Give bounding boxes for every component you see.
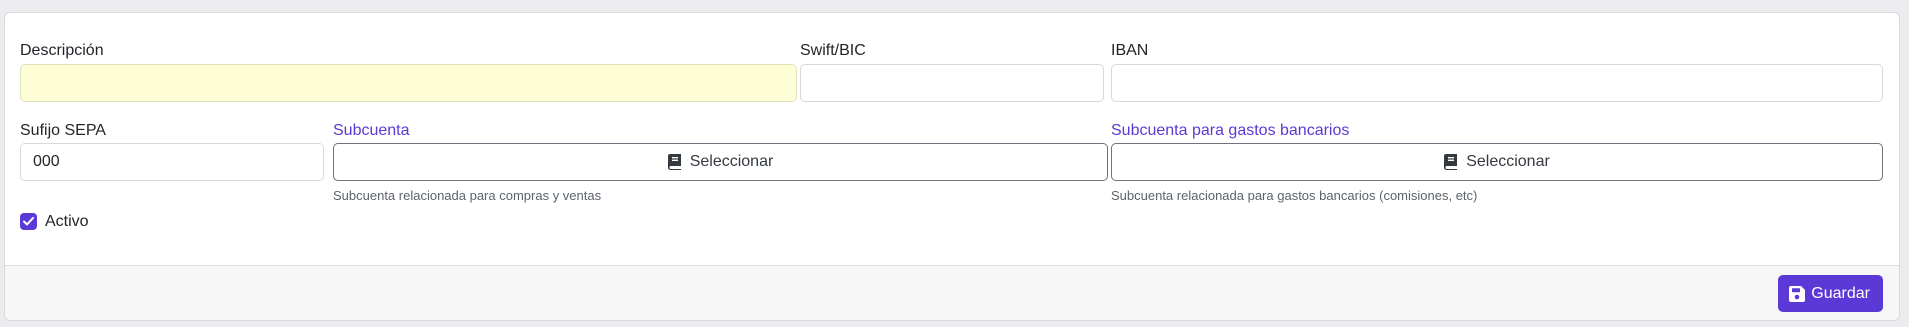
book-icon xyxy=(667,154,682,170)
subcuenta-gastos-link[interactable]: Subcuenta para gastos bancarios xyxy=(1111,121,1349,141)
card-footer: Guardar xyxy=(5,265,1899,320)
swift-input[interactable] xyxy=(800,64,1104,102)
iban-input[interactable] xyxy=(1111,64,1883,102)
check-icon xyxy=(23,217,34,226)
subcuenta-select-label: Seleccionar xyxy=(689,153,774,170)
activo-label[interactable]: Activo xyxy=(45,212,89,232)
sufijo-sepa-label: Sufijo SEPA xyxy=(20,122,106,139)
subcuenta-select-button[interactable]: Seleccionar xyxy=(333,143,1108,181)
subcuenta-link[interactable]: Subcuenta xyxy=(333,121,410,141)
activo-checkbox[interactable] xyxy=(20,213,37,230)
save-button[interactable]: Guardar xyxy=(1778,275,1883,312)
bank-account-form-card: Descripción Swift/BIC IBAN Sufijo SEPA S… xyxy=(4,12,1900,321)
floppy-disk-icon xyxy=(1789,285,1806,302)
descripcion-label: Descripción xyxy=(20,42,104,59)
sufijo-sepa-input[interactable] xyxy=(20,143,324,181)
subcuenta-gastos-select-label: Seleccionar xyxy=(1466,153,1550,170)
book-icon xyxy=(1444,154,1458,170)
subcuenta-help-text: Subcuenta relacionada para compras y ven… xyxy=(333,188,602,203)
iban-label: IBAN xyxy=(1111,42,1149,59)
subcuenta-gastos-select-button[interactable]: Seleccionar xyxy=(1111,143,1883,181)
save-button-label: Guardar xyxy=(1811,284,1870,302)
subcuenta-gastos-help-text: Subcuenta relacionada para gastos bancar… xyxy=(1111,188,1478,203)
swift-label: Swift/BIC xyxy=(800,42,866,59)
descripcion-input[interactable] xyxy=(20,64,797,102)
